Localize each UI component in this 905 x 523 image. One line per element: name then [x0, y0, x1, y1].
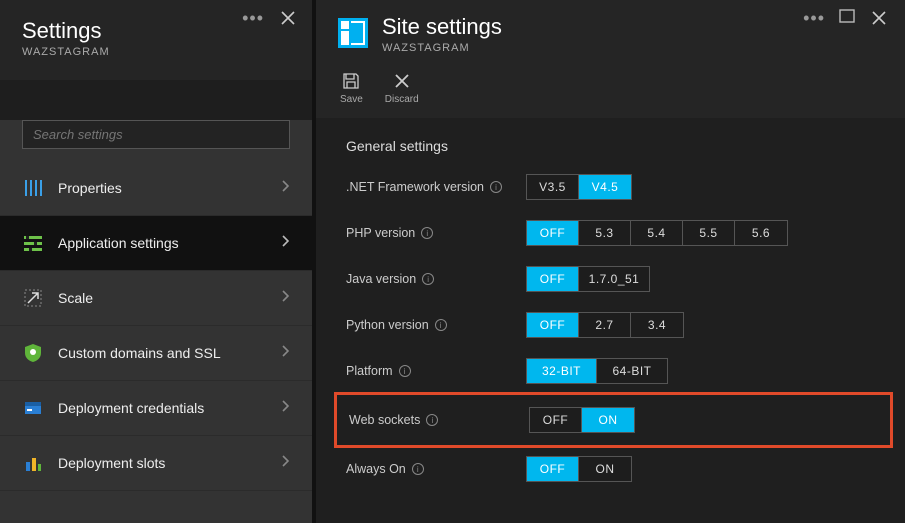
credentials-icon	[22, 397, 44, 419]
nav-label: Scale	[58, 290, 93, 306]
highlight-web-sockets: Web sockets i OFFON	[334, 392, 893, 448]
chevron-right-icon	[280, 399, 290, 418]
nav-item-properties[interactable]: Properties	[0, 161, 312, 216]
label-python: Python version	[346, 318, 429, 332]
site-settings-title: Site settings	[382, 14, 502, 40]
segment-option[interactable]: 5.3	[579, 221, 631, 245]
segment-option[interactable]: OFF	[527, 457, 579, 481]
segment-option[interactable]: OFF	[527, 221, 579, 245]
nav-item-scale[interactable]: Scale	[0, 271, 312, 326]
row-web-sockets: Web sockets i OFFON	[349, 407, 878, 433]
segment-option[interactable]: 3.4	[631, 313, 683, 337]
segmented-platform: 32-BIT64-BIT	[526, 358, 668, 384]
settings-nav: Properties Application settings	[0, 161, 312, 523]
row-java: Java version i OFF1.7.0_51	[346, 266, 881, 292]
settings-subtitle: WAZSTAGRAM	[22, 46, 290, 58]
segment-option[interactable]: OFF	[527, 267, 579, 291]
section-general-settings: General settings	[346, 138, 881, 154]
toolbar: Save Discard	[338, 72, 883, 105]
label-php: PHP version	[346, 226, 415, 240]
discard-button[interactable]: Discard	[385, 72, 419, 105]
segmented-python: OFF2.73.4	[526, 312, 684, 338]
chevron-right-icon	[280, 454, 290, 473]
site-settings-subtitle: WAZSTAGRAM	[382, 42, 502, 54]
settings-blade: ••• Settings WAZSTAGRAM Properties	[0, 0, 312, 523]
close-icon[interactable]	[865, 6, 893, 30]
site-settings-header: ••• Site settings WAZSTAGRAM Save Discar…	[316, 0, 905, 118]
info-icon[interactable]: i	[435, 319, 447, 331]
label-platform: Platform	[346, 364, 393, 378]
site-settings-blade: ••• Site settings WAZSTAGRAM Save Discar…	[312, 0, 905, 523]
header-gap	[0, 80, 312, 120]
application-settings-icon	[22, 232, 44, 254]
segment-option[interactable]: OFF	[530, 408, 582, 432]
segment-option[interactable]: 1.7.0_51	[579, 267, 649, 291]
row-netfx: .NET Framework version i V3.5V4.5	[346, 174, 881, 200]
save-button[interactable]: Save	[340, 72, 363, 105]
row-always-on: Always On i OFFON	[346, 456, 881, 482]
nav-label: Properties	[58, 180, 122, 196]
segmented-always-on: OFFON	[526, 456, 632, 482]
site-icon	[338, 18, 368, 48]
segmented-web-sockets: OFFON	[529, 407, 635, 433]
close-icon[interactable]	[274, 6, 302, 30]
chevron-right-icon	[280, 289, 290, 308]
segment-option[interactable]: ON	[579, 457, 631, 481]
info-icon[interactable]: i	[422, 273, 434, 285]
nav-item-deployment-slots[interactable]: Deployment slots	[0, 436, 312, 491]
segment-option[interactable]: V4.5	[579, 175, 631, 199]
info-icon[interactable]: i	[412, 463, 424, 475]
row-python: Python version i OFF2.73.4	[346, 312, 881, 338]
info-icon[interactable]: i	[399, 365, 411, 377]
properties-icon	[22, 177, 44, 199]
nav-item-custom-domains[interactable]: Custom domains and SSL	[0, 326, 312, 381]
label-always-on: Always On	[346, 462, 406, 476]
save-label: Save	[340, 94, 363, 105]
segment-option[interactable]: 2.7	[579, 313, 631, 337]
info-icon[interactable]: i	[490, 181, 502, 193]
segment-option[interactable]: OFF	[527, 313, 579, 337]
more-icon[interactable]: •••	[238, 9, 268, 27]
restore-icon[interactable]	[839, 9, 855, 28]
segment-option[interactable]: 5.6	[735, 221, 787, 245]
more-icon[interactable]: •••	[799, 9, 829, 27]
segmented-java: OFF1.7.0_51	[526, 266, 650, 292]
nav-label: Custom domains and SSL	[58, 345, 221, 361]
nav-label: Deployment credentials	[58, 400, 204, 416]
chevron-right-icon	[280, 234, 290, 253]
site-settings-content: General settings .NET Framework version …	[316, 118, 905, 523]
label-web-sockets: Web sockets	[349, 413, 420, 427]
segmented-php: OFF5.35.45.55.6	[526, 220, 788, 246]
nav-label: Application settings	[58, 235, 179, 251]
segmented-netfx: V3.5V4.5	[526, 174, 632, 200]
chevron-right-icon	[280, 344, 290, 363]
segment-option[interactable]: 64-BIT	[597, 359, 667, 383]
row-php: PHP version i OFF5.35.45.55.6	[346, 220, 881, 246]
segment-option[interactable]: 5.4	[631, 221, 683, 245]
label-netfx: .NET Framework version	[346, 180, 484, 194]
shield-icon	[22, 342, 44, 364]
settings-header: ••• Settings WAZSTAGRAM	[0, 0, 312, 80]
segment-option[interactable]: ON	[582, 408, 634, 432]
info-icon[interactable]: i	[421, 227, 433, 239]
chevron-right-icon	[280, 179, 290, 198]
nav-item-application-settings[interactable]: Application settings	[0, 216, 312, 271]
segment-option[interactable]: 32-BIT	[527, 359, 597, 383]
search-input[interactable]	[22, 120, 290, 149]
label-java: Java version	[346, 272, 416, 286]
scale-icon	[22, 287, 44, 309]
nav-item-deployment-credentials[interactable]: Deployment credentials	[0, 381, 312, 436]
discard-label: Discard	[385, 94, 419, 105]
nav-label: Deployment slots	[58, 455, 165, 471]
row-platform: Platform i 32-BIT64-BIT	[346, 358, 881, 384]
info-icon[interactable]: i	[426, 414, 438, 426]
segment-option[interactable]: V3.5	[527, 175, 579, 199]
segment-option[interactable]: 5.5	[683, 221, 735, 245]
slots-icon	[22, 452, 44, 474]
